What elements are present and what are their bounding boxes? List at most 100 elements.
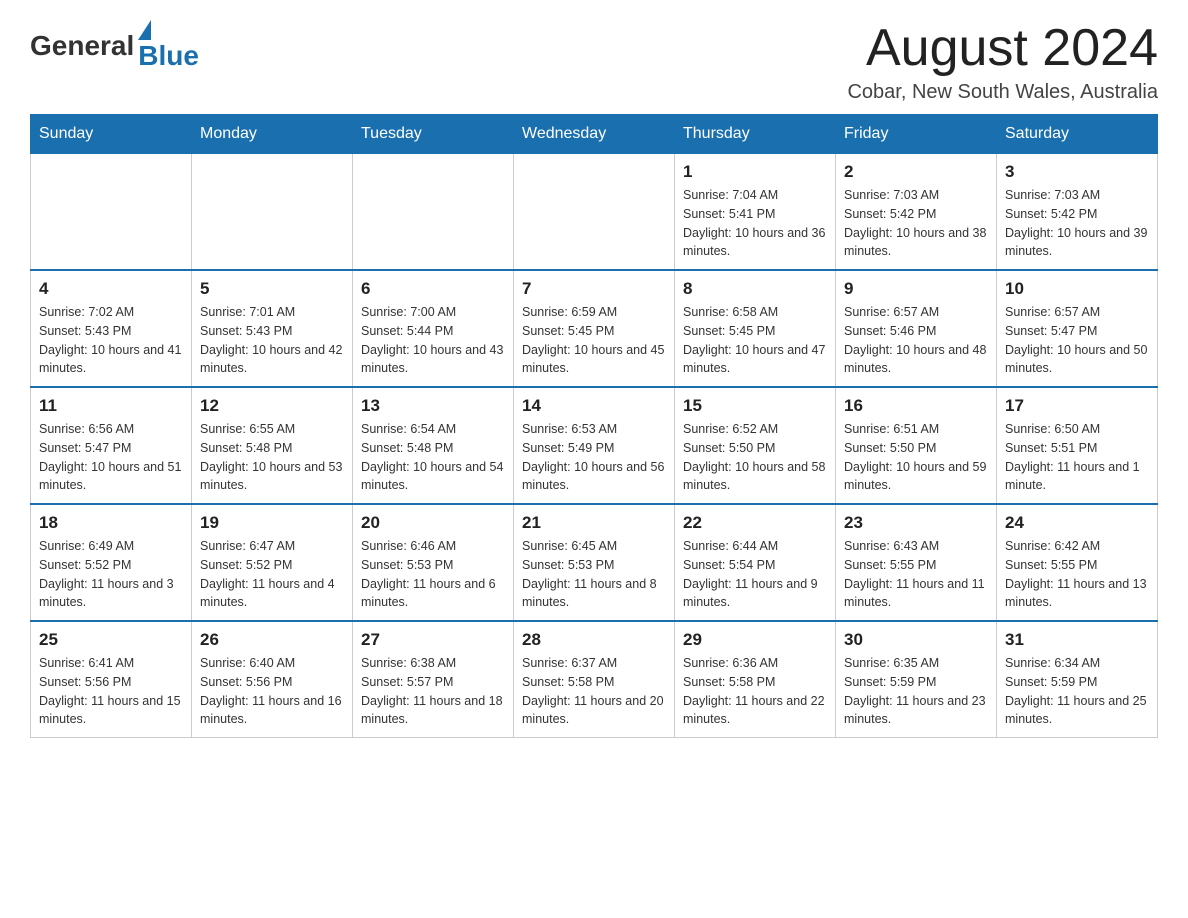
- day-number: 22: [683, 513, 827, 533]
- day-number: 4: [39, 279, 183, 299]
- calendar-cell: 24 Sunrise: 6:42 AM Sunset: 5:55 PM Dayli…: [997, 504, 1158, 621]
- calendar-week-1: 1 Sunrise: 7:04 AM Sunset: 5:41 PM Daylig…: [31, 154, 1158, 271]
- day-number: 5: [200, 279, 344, 299]
- calendar-cell: 16Sunrise: 6:51 AM Sunset: 5:50 PM Dayli…: [836, 387, 997, 504]
- month-title: August 2024: [847, 20, 1158, 77]
- calendar-cell: [514, 154, 675, 271]
- day-number: 6: [361, 279, 505, 299]
- logo-blue: Blue: [138, 40, 199, 72]
- calendar-cell: [192, 154, 353, 271]
- day-info: Sunrise: 7:02 AM Sunset: 5:43 PM Dayligh…: [39, 303, 183, 378]
- calendar-week-5: 25 Sunrise: 6:41 AM Sunset: 5:56 PM Dayli…: [31, 621, 1158, 738]
- day-number: 8: [683, 279, 827, 299]
- day-number: 26: [200, 630, 344, 650]
- day-number: 17: [1005, 396, 1149, 416]
- day-number: 31: [1005, 630, 1149, 650]
- day-number: 13: [361, 396, 505, 416]
- day-number: 24: [1005, 513, 1149, 533]
- weekday-header-friday: Friday: [836, 115, 997, 154]
- weekday-header-wednesday: Wednesday: [514, 115, 675, 154]
- weekday-header-monday: Monday: [192, 115, 353, 154]
- calendar-cell: 3 Sunrise: 7:03 AM Sunset: 5:42 PM Daylig…: [997, 154, 1158, 271]
- calendar-cell: 25 Sunrise: 6:41 AM Sunset: 5:56 PM Dayli…: [31, 621, 192, 738]
- calendar-cell: 27Sunrise: 6:38 AM Sunset: 5:57 PM Dayli…: [353, 621, 514, 738]
- day-number: 25: [39, 630, 183, 650]
- day-info: Sunrise: 6:54 AM Sunset: 5:48 PM Dayligh…: [361, 420, 505, 495]
- logo-triangle: [138, 20, 151, 40]
- day-info: Sunrise: 6:36 AM Sunset: 5:58 PM Dayligh…: [683, 654, 827, 729]
- day-number: 10: [1005, 279, 1149, 299]
- calendar-cell: 9 Sunrise: 6:57 AM Sunset: 5:46 PM Daylig…: [836, 270, 997, 387]
- day-number: 12: [200, 396, 344, 416]
- calendar-cell: 31 Sunrise: 6:34 AM Sunset: 5:59 PM Dayli…: [997, 621, 1158, 738]
- day-info: Sunrise: 6:57 AM Sunset: 5:46 PM Dayligh…: [844, 303, 988, 378]
- calendar-cell: 10 Sunrise: 6:57 AM Sunset: 5:47 PM Dayli…: [997, 270, 1158, 387]
- day-number: 3: [1005, 162, 1149, 182]
- day-info: Sunrise: 6:47 AM Sunset: 5:52 PM Dayligh…: [200, 537, 344, 612]
- page-header: General Blue August 2024 Cobar, New Sout…: [30, 20, 1158, 104]
- calendar-week-2: 4 Sunrise: 7:02 AM Sunset: 5:43 PM Daylig…: [31, 270, 1158, 387]
- day-number: 9: [844, 279, 988, 299]
- calendar-table: SundayMondayTuesdayWednesdayThursdayFrid…: [30, 114, 1158, 738]
- day-info: Sunrise: 6:46 AM Sunset: 5:53 PM Dayligh…: [361, 537, 505, 612]
- day-info: Sunrise: 6:45 AM Sunset: 5:53 PM Dayligh…: [522, 537, 666, 612]
- day-info: Sunrise: 6:58 AM Sunset: 5:45 PM Dayligh…: [683, 303, 827, 378]
- calendar-cell: 13 Sunrise: 6:54 AM Sunset: 5:48 PM Dayli…: [353, 387, 514, 504]
- day-info: Sunrise: 6:44 AM Sunset: 5:54 PM Dayligh…: [683, 537, 827, 612]
- day-info: Sunrise: 7:00 AM Sunset: 5:44 PM Dayligh…: [361, 303, 505, 378]
- day-info: Sunrise: 6:38 AM Sunset: 5:57 PM Dayligh…: [361, 654, 505, 729]
- calendar-cell: 18Sunrise: 6:49 AM Sunset: 5:52 PM Dayli…: [31, 504, 192, 621]
- day-number: 20: [361, 513, 505, 533]
- calendar-cell: 19 Sunrise: 6:47 AM Sunset: 5:52 PM Dayli…: [192, 504, 353, 621]
- calendar-cell: 30 Sunrise: 6:35 AM Sunset: 5:59 PM Dayli…: [836, 621, 997, 738]
- day-number: 15: [683, 396, 827, 416]
- day-number: 14: [522, 396, 666, 416]
- calendar-cell: [353, 154, 514, 271]
- day-info: Sunrise: 7:03 AM Sunset: 5:42 PM Dayligh…: [844, 186, 988, 261]
- calendar-cell: 12 Sunrise: 6:55 AM Sunset: 5:48 PM Dayli…: [192, 387, 353, 504]
- day-number: 30: [844, 630, 988, 650]
- location-subtitle: Cobar, New South Wales, Australia: [847, 81, 1158, 104]
- calendar-cell: 7 Sunrise: 6:59 AM Sunset: 5:45 PM Daylig…: [514, 270, 675, 387]
- logo: General Blue: [30, 20, 199, 72]
- day-number: 1: [683, 162, 827, 182]
- day-info: Sunrise: 6:52 AM Sunset: 5:50 PM Dayligh…: [683, 420, 827, 495]
- day-info: Sunrise: 6:56 AM Sunset: 5:47 PM Dayligh…: [39, 420, 183, 495]
- day-number: 2: [844, 162, 988, 182]
- day-number: 19: [200, 513, 344, 533]
- day-number: 7: [522, 279, 666, 299]
- calendar-week-3: 11 Sunrise: 6:56 AM Sunset: 5:47 PM Dayli…: [31, 387, 1158, 504]
- day-info: Sunrise: 6:35 AM Sunset: 5:59 PM Dayligh…: [844, 654, 988, 729]
- day-info: Sunrise: 6:34 AM Sunset: 5:59 PM Dayligh…: [1005, 654, 1149, 729]
- calendar-cell: 8 Sunrise: 6:58 AM Sunset: 5:45 PM Daylig…: [675, 270, 836, 387]
- day-info: Sunrise: 6:50 AM Sunset: 5:51 PM Dayligh…: [1005, 420, 1149, 495]
- day-info: Sunrise: 6:41 AM Sunset: 5:56 PM Dayligh…: [39, 654, 183, 729]
- day-number: 28: [522, 630, 666, 650]
- calendar-week-4: 18Sunrise: 6:49 AM Sunset: 5:52 PM Dayli…: [31, 504, 1158, 621]
- day-info: Sunrise: 6:42 AM Sunset: 5:55 PM Dayligh…: [1005, 537, 1149, 612]
- calendar-cell: 29 Sunrise: 6:36 AM Sunset: 5:58 PM Dayli…: [675, 621, 836, 738]
- day-info: Sunrise: 6:53 AM Sunset: 5:49 PM Dayligh…: [522, 420, 666, 495]
- calendar-cell: 4 Sunrise: 7:02 AM Sunset: 5:43 PM Daylig…: [31, 270, 192, 387]
- day-info: Sunrise: 6:55 AM Sunset: 5:48 PM Dayligh…: [200, 420, 344, 495]
- day-number: 11: [39, 396, 183, 416]
- day-number: 29: [683, 630, 827, 650]
- day-info: Sunrise: 7:03 AM Sunset: 5:42 PM Dayligh…: [1005, 186, 1149, 261]
- calendar-cell: 26Sunrise: 6:40 AM Sunset: 5:56 PM Dayli…: [192, 621, 353, 738]
- day-info: Sunrise: 6:57 AM Sunset: 5:47 PM Dayligh…: [1005, 303, 1149, 378]
- calendar-cell: 14 Sunrise: 6:53 AM Sunset: 5:49 PM Dayli…: [514, 387, 675, 504]
- weekday-header-thursday: Thursday: [675, 115, 836, 154]
- day-number: 18: [39, 513, 183, 533]
- day-info: Sunrise: 6:59 AM Sunset: 5:45 PM Dayligh…: [522, 303, 666, 378]
- day-info: Sunrise: 6:51 AM Sunset: 5:50 PM Dayligh…: [844, 420, 988, 495]
- day-info: Sunrise: 7:04 AM Sunset: 5:41 PM Dayligh…: [683, 186, 827, 261]
- day-info: Sunrise: 6:43 AM Sunset: 5:55 PM Dayligh…: [844, 537, 988, 612]
- weekday-header-sunday: Sunday: [31, 115, 192, 154]
- weekday-header-row: SundayMondayTuesdayWednesdayThursdayFrid…: [31, 115, 1158, 154]
- calendar-cell: 5 Sunrise: 7:01 AM Sunset: 5:43 PM Daylig…: [192, 270, 353, 387]
- calendar-cell: 28Sunrise: 6:37 AM Sunset: 5:58 PM Dayli…: [514, 621, 675, 738]
- calendar-cell: [31, 154, 192, 271]
- day-number: 23: [844, 513, 988, 533]
- calendar-cell: 15 Sunrise: 6:52 AM Sunset: 5:50 PM Dayli…: [675, 387, 836, 504]
- day-info: Sunrise: 7:01 AM Sunset: 5:43 PM Dayligh…: [200, 303, 344, 378]
